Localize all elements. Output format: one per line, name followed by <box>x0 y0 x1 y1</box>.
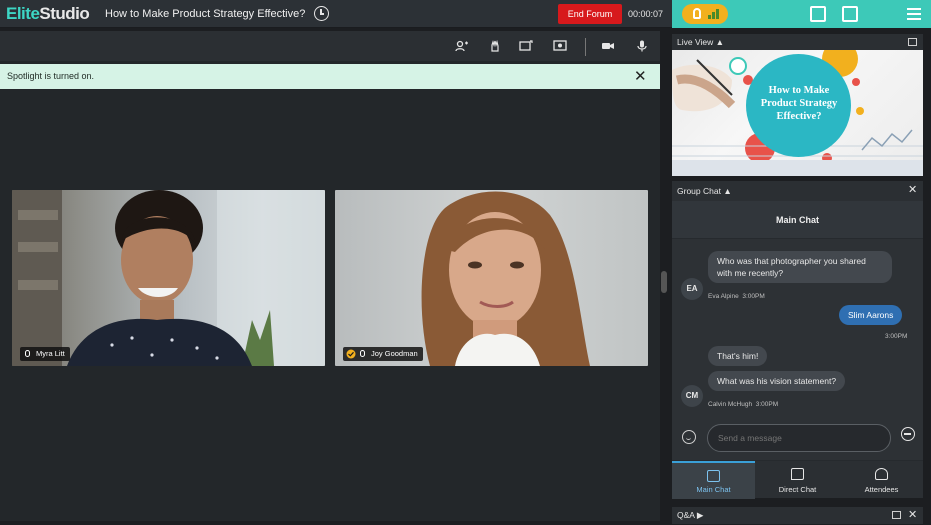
resize-handle[interactable] <box>661 271 667 293</box>
stage-toolbar <box>0 31 660 61</box>
session-title: How to Make Product Strategy Effective? <box>105 8 306 20</box>
session-timer: 00:00:07 <box>628 9 664 19</box>
signal-bars-icon <box>708 9 720 19</box>
message-meta: Calvin McHugh 3:00PM <box>708 401 778 408</box>
close-icon[interactable]: ✕ <box>908 185 917 196</box>
notes-icon[interactable] <box>810 6 826 22</box>
tab-direct-chat[interactable]: Direct Chat <box>756 461 839 499</box>
main-chat-title: Main Chat <box>775 215 819 225</box>
video-tile[interactable]: Myra Litt <box>12 190 325 366</box>
avatar: EA <box>681 278 703 300</box>
toolbar-divider <box>585 38 586 56</box>
video-tile[interactable]: Joy Goodman <box>335 190 648 366</box>
slide-title: How to Make Product Strategy Effective? <box>760 85 838 122</box>
live-view-slide: How to Make Product Strategy Effective? <box>672 50 923 176</box>
tab-attendees[interactable]: Attendees <box>840 461 923 499</box>
qa-label: Q&A ▶ <box>677 510 704 520</box>
group-chat-text: Group Chat <box>677 186 721 196</box>
brand-part2: Studio <box>39 4 90 23</box>
participants-icon[interactable] <box>455 40 469 52</box>
hamburger-menu-icon[interactable] <box>907 8 921 20</box>
brand-logo: EliteStudio <box>6 4 90 24</box>
microphone-icon[interactable] <box>635 40 649 52</box>
message-author: Eva Alpine <box>708 293 739 300</box>
present-icon[interactable] <box>553 40 567 52</box>
chat-panel: Main Chat EA Who was that photographer y… <box>672 201 923 499</box>
chat-tabs: Main Chat Direct Chat Attendees <box>672 460 923 499</box>
participant-video <box>421 191 590 366</box>
screen-share-icon[interactable] <box>519 40 533 52</box>
attendees-icon <box>875 468 888 480</box>
raise-hand-icon[interactable] <box>488 40 502 52</box>
popout-icon[interactable] <box>892 511 901 519</box>
camera-icon[interactable] <box>601 40 615 52</box>
close-icon[interactable]: ✕ <box>634 69 647 84</box>
popout-icon[interactable] <box>908 38 917 46</box>
participant-name-tag: Joy Goodman <box>343 347 423 361</box>
participant-video <box>12 190 325 366</box>
main-chat-header: Main Chat <box>672 201 923 239</box>
chat-message: What was his vision statement? <box>708 371 846 391</box>
mic-icon <box>360 350 365 357</box>
participant-name-tag: Myra Litt <box>20 347 70 361</box>
group-chat-label: Group Chat ▲ <box>677 186 732 196</box>
notification-text: Spotlight is turned on. <box>7 71 95 81</box>
chat-icon <box>707 470 720 482</box>
live-view-text: Live View <box>677 37 714 47</box>
layout-icon[interactable] <box>842 6 858 22</box>
tab-label: Attendees <box>864 485 899 494</box>
chat-message: Who was that photographer you shared wit… <box>708 251 892 283</box>
spotlight-notification: Spotlight is turned on. ✕ <box>0 64 660 89</box>
direct-chat-icon <box>791 468 804 480</box>
message-author: Calvin McHugh <box>708 401 753 408</box>
close-icon[interactable]: ✕ <box>908 510 917 521</box>
clock-icon[interactable] <box>314 6 329 21</box>
spotlight-badge-icon <box>346 349 356 359</box>
stage-area: Spotlight is turned on. ✕ Myra Litt Joy … <box>0 31 667 521</box>
emoji-icon[interactable] <box>682 430 696 444</box>
brand-part1: Elite <box>6 4 40 23</box>
message-time: 3:00PM <box>755 401 779 408</box>
badge-icon <box>693 8 701 19</box>
live-view-header[interactable]: Live View ▲ <box>672 34 923 50</box>
avatar: CM <box>681 385 703 407</box>
slide-title-circle: How to Make Product Strategy Effective? <box>746 54 851 157</box>
end-forum-button[interactable]: End Forum <box>558 4 622 24</box>
message-time: 3:00PM <box>885 333 908 340</box>
message-input[interactable] <box>707 424 891 452</box>
qa-header[interactable]: Q&A ▶ ✕ <box>672 507 923 524</box>
right-header <box>672 0 931 28</box>
mic-icon <box>25 350 30 357</box>
chat-message-own: Slim Aarons <box>839 305 903 325</box>
status-pill[interactable] <box>682 4 728 24</box>
tab-label: Main Chat <box>696 485 731 494</box>
live-view-label: Live View ▲ <box>677 37 725 47</box>
group-chat-header[interactable]: Group Chat ▲ ✕ <box>672 181 923 201</box>
top-bar: EliteStudio How to Make Product Strategy… <box>0 0 931 28</box>
participant-name: Myra Litt <box>36 349 65 358</box>
send-icon[interactable] <box>901 427 915 441</box>
message-meta: Eva Alpine 3:00PM <box>708 293 765 300</box>
chat-message: That's him! <box>708 346 768 366</box>
qa-text: Q&A <box>677 510 695 520</box>
tab-main-chat[interactable]: Main Chat <box>672 461 755 499</box>
tab-label: Direct Chat <box>778 485 817 494</box>
participant-name: Joy Goodman <box>371 349 418 358</box>
message-time: 3:00PM <box>742 293 765 300</box>
